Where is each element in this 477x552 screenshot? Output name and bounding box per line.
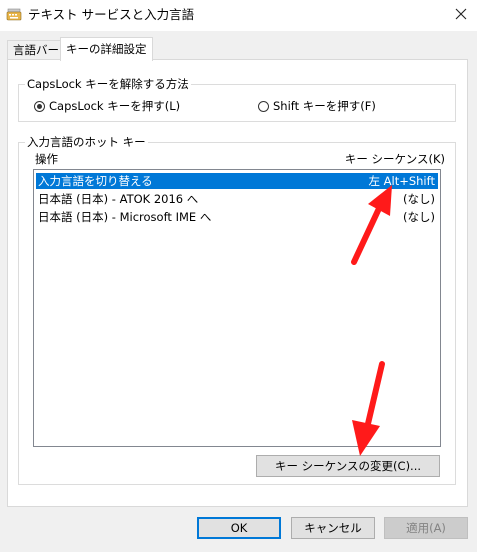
ok-button[interactable]: OK <box>197 517 281 539</box>
close-icon <box>455 8 467 23</box>
title-bar: テキスト サービスと入力言語 <box>0 0 477 31</box>
radio-capslock-key-label: CapsLock キーを押す(L) <box>49 99 181 113</box>
annotation-arrow-icon <box>352 361 385 456</box>
radio-shift-key-label: Shift キーを押す(F) <box>273 99 376 113</box>
close-button[interactable] <box>445 0 477 31</box>
tab-advanced-key-settings[interactable]: キーの詳細設定 <box>60 37 153 61</box>
capslock-group-legend: CapsLock キーを解除する方法 <box>25 77 191 91</box>
keyboard-icon <box>6 7 22 23</box>
hotkeys-group-legend: 入力言語のホット キー <box>25 135 148 149</box>
column-header-action: 操作 <box>35 152 58 166</box>
capslock-group: CapsLock キーを解除する方法 CapsLock キーを押す(L) Shi… <box>18 77 456 122</box>
list-item-action: 入力言語を切り替える <box>38 174 153 188</box>
cancel-button[interactable]: キャンセル <box>291 517 375 539</box>
list-item-action: 日本語 (日本) - Microsoft IME へ <box>38 210 212 224</box>
window-title: テキスト サービスと入力言語 <box>28 7 195 22</box>
radio-unselected-indicator <box>258 100 269 112</box>
apply-button[interactable]: 適用(A) <box>384 517 468 539</box>
list-item-action: 日本語 (日本) - ATOK 2016 へ <box>38 192 199 206</box>
radio-selected-indicator <box>34 100 45 112</box>
tab-language-bar[interactable]: 言語バー <box>7 40 65 60</box>
list-item-sequence: (なし) <box>403 210 435 224</box>
radio-shift-key[interactable]: Shift キーを押す(F) <box>258 98 376 114</box>
radio-capslock-key[interactable]: CapsLock キーを押す(L) <box>34 98 180 114</box>
annotation-arrow-icon <box>351 185 392 265</box>
list-item-sequence: (なし) <box>403 192 435 206</box>
column-header-key-sequence: キー シーケンス(K) <box>344 152 445 166</box>
